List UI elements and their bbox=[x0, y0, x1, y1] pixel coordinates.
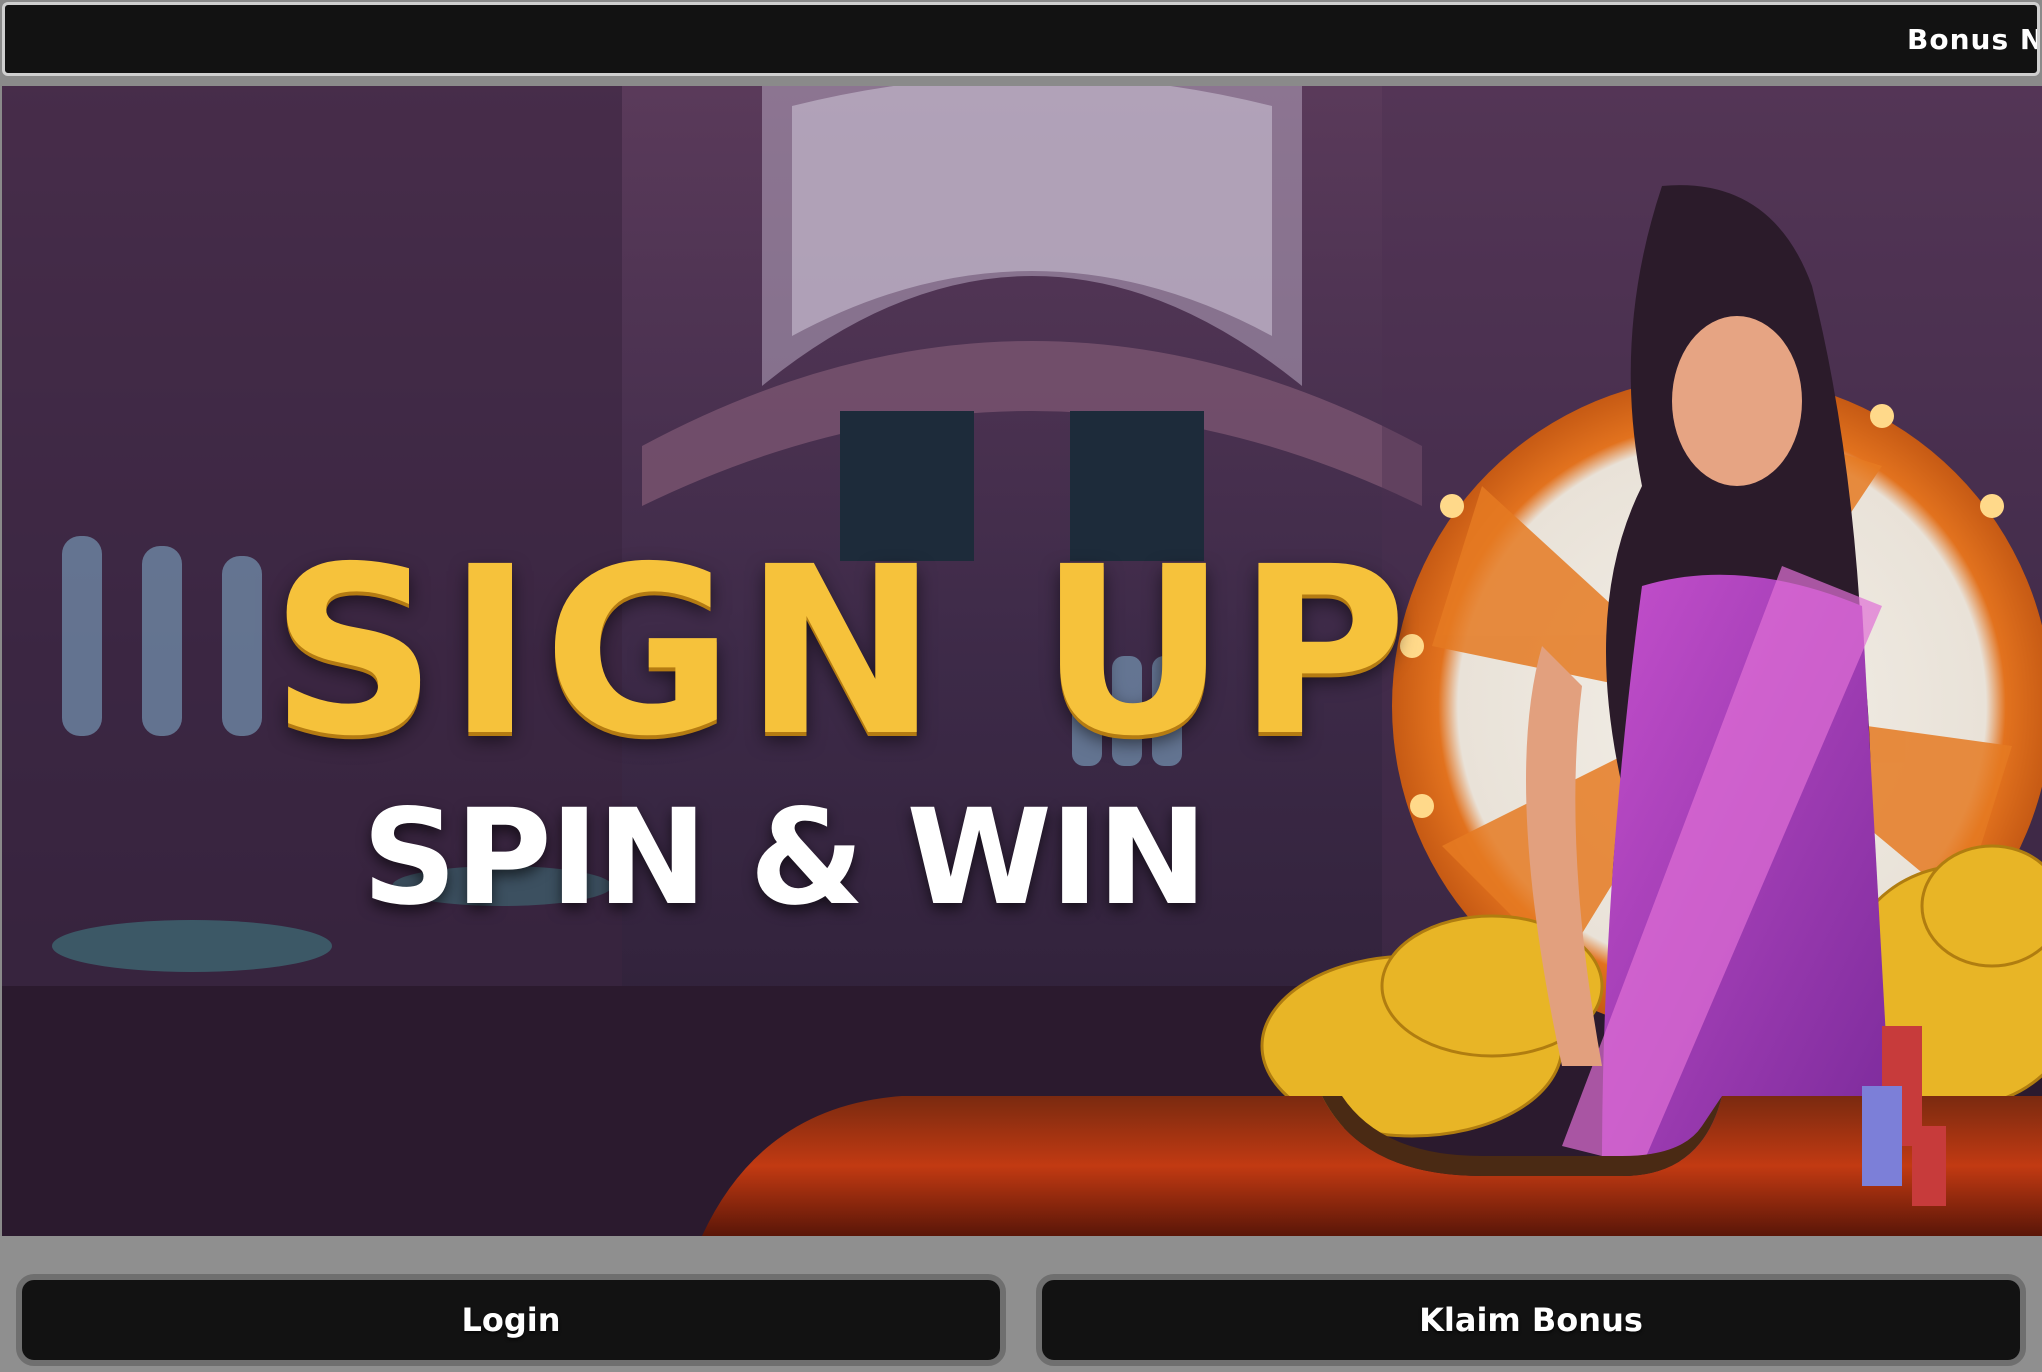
announcement-marquee: Bonus New Member 100% bbox=[2, 2, 2040, 76]
marquee-text: Bonus New Member 100% bbox=[1907, 23, 2037, 56]
banner-headline-group: SIGN UP SPIN & WIN bbox=[270, 536, 1417, 924]
claim-bonus-button[interactable]: Klaim Bonus bbox=[1036, 1274, 2026, 1366]
headline-sign-up: SIGN UP bbox=[270, 517, 1418, 787]
login-button[interactable]: Login bbox=[16, 1274, 1006, 1366]
subheadline-spin-win: SPIN & WIN bbox=[362, 781, 1208, 935]
promo-banner[interactable]: SIGN UP SPIN & WIN bbox=[2, 86, 2042, 1236]
action-bar: Login Klaim Bonus bbox=[0, 1236, 2042, 1372]
